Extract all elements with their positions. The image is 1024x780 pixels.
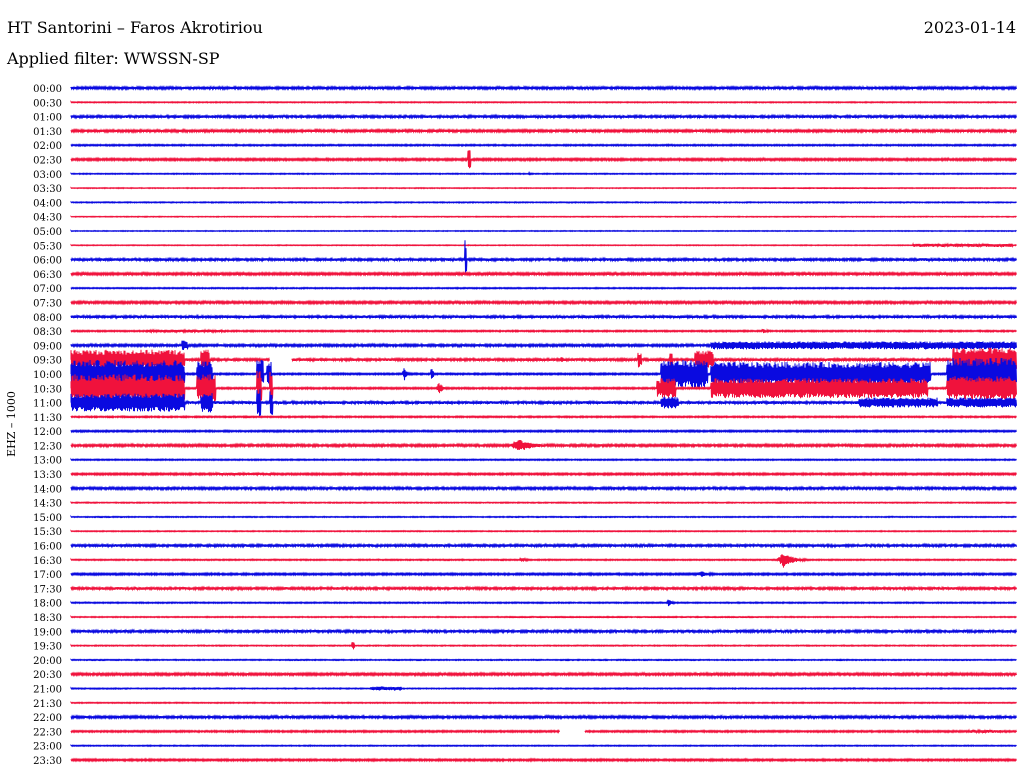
trace-row-1600: [70, 542, 1017, 549]
trace-row-1300: [70, 457, 1017, 462]
trace-row-1330: [70, 471, 1017, 477]
trace-row-2030: [70, 671, 1017, 678]
trace-row-2000: [70, 658, 1017, 662]
row-time-label: 18:00: [33, 599, 62, 610]
trace-row-1200: [70, 428, 1017, 434]
row-time-label: 20:30: [33, 670, 62, 681]
trace-row-0700: [70, 286, 1017, 291]
row-time-label: 19:30: [33, 642, 62, 653]
row-time-label: 12:30: [33, 441, 62, 452]
row-time-label: 05:30: [33, 241, 62, 252]
row-time-label: 08:30: [33, 327, 62, 338]
trace-row-1700: [70, 571, 1017, 578]
trace-row-1900: [70, 628, 1017, 635]
row-time-label: 22:30: [33, 727, 62, 738]
trace-row-1630: [70, 554, 1017, 568]
trace-row-0430: [70, 215, 1017, 219]
row-time-label: 02:30: [33, 155, 62, 166]
row-time-label: 15:00: [33, 513, 62, 524]
row-time-label: 08:00: [33, 313, 62, 324]
row-time-label: 16:00: [33, 542, 62, 553]
trace-row-0100: [70, 113, 1017, 120]
trace-row-1430: [70, 500, 1017, 505]
row-time-label: 19:00: [33, 627, 62, 638]
row-time-label: 07:30: [33, 298, 62, 309]
trace-row-0130: [70, 127, 1017, 135]
trace-group: [70, 84, 1017, 763]
row-time-label: 03:30: [33, 184, 62, 195]
row-time-label: 10:30: [33, 384, 62, 395]
row-time-label: 14:30: [33, 499, 62, 510]
trace-row-1730: [70, 585, 1017, 592]
trace-row-0330: [70, 186, 1017, 190]
row-time-label: 06:30: [33, 270, 62, 281]
row-time-label: 09:00: [33, 341, 62, 352]
trace-row-0400: [70, 200, 1017, 205]
trace-row-0230: [70, 150, 1017, 169]
trace-row-2300: [70, 744, 1017, 748]
row-time-label: 12:00: [33, 427, 62, 438]
trace-row-1400: [70, 485, 1017, 492]
channel-axis-label: EHZ – 1000: [5, 391, 18, 457]
row-time-label: 13:00: [33, 456, 62, 467]
row-time-label: 21:00: [33, 685, 62, 696]
trace-row-0000: [70, 84, 1017, 92]
row-time-label: 09:30: [33, 356, 62, 367]
row-time-label: 03:00: [33, 170, 62, 181]
trace-row-0730: [70, 299, 1017, 306]
trace-row-0500: [70, 229, 1017, 233]
row-time-label: 16:30: [33, 556, 62, 567]
trace-row-2200: [70, 713, 1017, 721]
row-time-label: 00:00: [33, 84, 62, 95]
row-time-label: 17:30: [33, 584, 62, 595]
row-time-label: 14:00: [33, 484, 62, 495]
row-time-label: 04:00: [33, 198, 62, 209]
trace-row-0530: [70, 242, 1017, 249]
trace-row-1500: [70, 514, 1017, 519]
trace-row-1800: [70, 599, 1017, 607]
trace-row-2100: [70, 686, 1017, 691]
row-time-label: 20:00: [33, 656, 62, 667]
helicorder-plot: 00:00 00:30 01:00 01:30 02:00 02:30 03:00 03:30…: [5, 84, 1017, 767]
row-label-group: 00:00 00:30 01:00 01:30 02:00 02:30 03:00 03:30…: [33, 84, 62, 767]
trace-row-1930: [70, 642, 1017, 650]
row-time-label: 04:30: [33, 213, 62, 224]
row-time-label: 11:00: [33, 399, 62, 410]
row-time-label: 05:00: [33, 227, 62, 238]
row-time-label: 11:30: [33, 413, 62, 424]
row-time-label: 18:30: [33, 613, 62, 624]
trace-row-0830: [70, 328, 1017, 334]
trace-row-2230: [70, 728, 1017, 735]
row-time-label: 06:00: [33, 256, 62, 267]
trace-row-0900: [70, 340, 1017, 351]
row-time-label: 07:00: [33, 284, 62, 295]
row-time-label: 01:00: [33, 113, 62, 124]
row-time-label: 17:00: [33, 570, 62, 581]
trace-row-0030: [70, 100, 1017, 104]
trace-row-0630: [70, 270, 1017, 277]
row-time-label: 21:30: [33, 699, 62, 710]
row-time-label: 23:30: [33, 756, 62, 767]
trace-row-0300: [70, 170, 1017, 176]
row-time-label: 02:00: [33, 141, 62, 152]
row-time-label: 00:30: [33, 98, 62, 109]
row-time-label: 10:00: [33, 370, 62, 381]
row-time-label: 01:30: [33, 127, 62, 138]
trace-row-0200: [70, 143, 1017, 148]
trace-row-1230: [70, 439, 1017, 450]
row-time-label: 23:00: [33, 742, 62, 753]
row-time-label: 15:30: [33, 527, 62, 538]
row-time-label: 13:30: [33, 470, 62, 481]
row-time-label: 22:00: [33, 713, 62, 724]
trace-row-1830: [70, 614, 1017, 619]
trace-row-1530: [70, 529, 1017, 533]
trace-row-2130: [70, 700, 1017, 705]
trace-row-2330: [70, 757, 1017, 763]
trace-row-0800: [70, 313, 1017, 320]
trace-row-1130: [70, 414, 1017, 419]
